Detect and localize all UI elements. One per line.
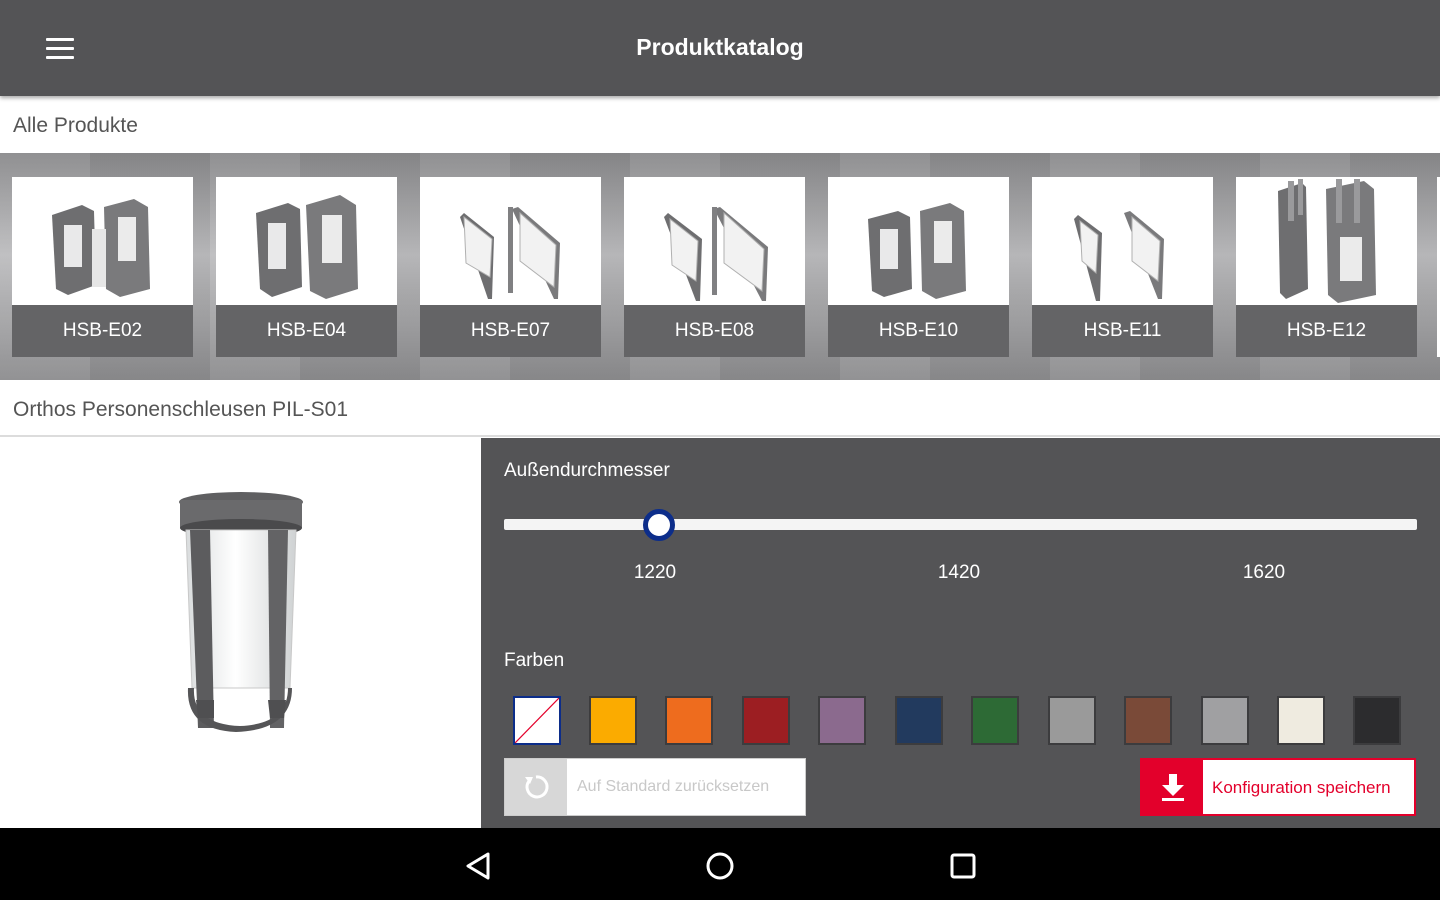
app-bar: Produktkatalog (0, 0, 1440, 96)
diameter-slider-track[interactable] (504, 519, 1417, 530)
color-swatch-cream[interactable] (1277, 696, 1325, 745)
product-image (420, 177, 601, 305)
back-triangle-icon[interactable] (458, 846, 498, 886)
home-circle-icon[interactable] (700, 846, 740, 886)
color-swatch-none[interactable] (513, 696, 561, 745)
product-label: HSB-E08 (624, 305, 805, 357)
product-image (12, 177, 193, 305)
diameter-tick-label: 1420 (937, 562, 981, 583)
color-swatch-grey[interactable] (1048, 696, 1096, 745)
product-card-hsb-e12[interactable]: HSB-E12 (1236, 177, 1417, 357)
product-image (1236, 177, 1417, 305)
product-label: HSB-E12 (1236, 305, 1417, 357)
reset-icon (505, 759, 567, 815)
color-swatch-orange[interactable] (665, 696, 713, 745)
product-image (216, 177, 397, 305)
color-swatch-silver[interactable] (1201, 696, 1249, 745)
product-3d-viewer[interactable] (0, 438, 481, 828)
system-navigation-bar (0, 828, 1440, 900)
product-card-hsb-e04[interactable]: HSB-E04 (216, 177, 397, 357)
save-button-label: Konfiguration speichern (1212, 778, 1391, 797)
diameter-label: Außendurchmesser (504, 460, 670, 481)
color-swatch-violet[interactable] (818, 696, 866, 745)
color-swatch-red[interactable] (742, 696, 790, 745)
product-carousel[interactable]: HSB-E02 HSB-E04 HSB-E07 HSB-E08 HSB-E10 … (0, 153, 1440, 380)
product-card-hsb-e07[interactable]: HSB-E07 (420, 177, 601, 357)
download-icon (1142, 760, 1203, 814)
diameter-tick-label: 1620 (1242, 562, 1286, 583)
selected-product-header: Orthos Personenschleusen PIL-S01 (0, 381, 1440, 437)
pil-s01-model-image (179, 492, 303, 732)
product-card-hsb-e11[interactable]: HSB-E11 (1032, 177, 1213, 357)
recents-square-icon[interactable] (943, 846, 983, 886)
color-swatch-green[interactable] (971, 696, 1019, 745)
product-label: HSB-E04 (216, 305, 397, 357)
color-swatch-orange-yellow[interactable] (589, 696, 637, 745)
product-card-hsb-e08[interactable]: HSB-E08 (624, 177, 805, 357)
color-swatch-black[interactable] (1353, 696, 1401, 745)
product-label: HSB-E11 (1032, 305, 1213, 357)
color-swatch-brown[interactable] (1124, 696, 1172, 745)
product-image (1032, 177, 1213, 305)
diameter-slider-thumb[interactable] (643, 509, 675, 541)
diameter-tick-label: 1220 (633, 562, 677, 583)
all-products-header: Alle Produkte (0, 97, 1440, 153)
reset-to-default-button[interactable]: Auf Standard zurücksetzen (504, 758, 806, 816)
save-configuration-button[interactable]: Konfiguration speichern (1140, 758, 1416, 816)
colors-label: Farben (504, 650, 565, 671)
page-title: Produktkatalog (636, 34, 804, 60)
product-label: HSB-E07 (420, 305, 601, 357)
product-label: HSB-E10 (828, 305, 1009, 357)
reset-button-label: Auf Standard zurücksetzen (577, 778, 770, 795)
configuration-panel: Außendurchmesser 1220 1420 1620 Farben A… (481, 438, 1440, 828)
product-image (624, 177, 805, 305)
product-card-hsb-e02[interactable]: HSB-E02 (12, 177, 193, 357)
product-label: HSB-E02 (12, 305, 193, 357)
product-card-hsb-e10[interactable]: HSB-E10 (828, 177, 1009, 357)
product-image (828, 177, 1009, 305)
color-swatch-navy[interactable] (895, 696, 943, 745)
